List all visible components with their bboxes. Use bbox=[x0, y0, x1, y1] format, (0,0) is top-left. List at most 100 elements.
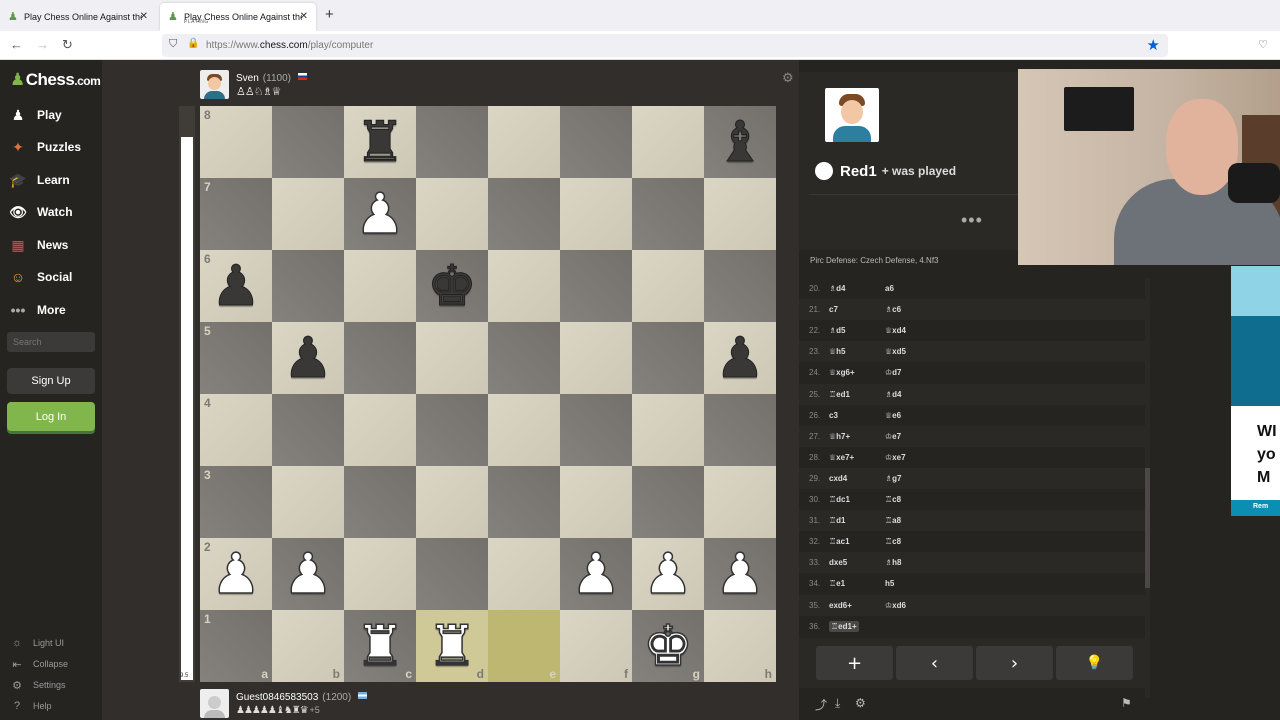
next-move-button[interactable]: › bbox=[976, 646, 1053, 680]
new-tab-button[interactable]: + bbox=[325, 6, 334, 23]
square-g5[interactable] bbox=[632, 322, 704, 394]
url-bar[interactable]: ⛉ 🔒 https://www.chess.com/play/computer … bbox=[162, 34, 1168, 57]
browser-tab[interactable]: ♟ Play Chess Online Against the C ✕ bbox=[0, 3, 156, 31]
gear-icon[interactable]: ⚙ bbox=[782, 70, 794, 86]
black-move[interactable]: ♖c8 bbox=[885, 495, 901, 504]
black-move[interactable]: ♗g7 bbox=[885, 474, 902, 483]
square-g7[interactable] bbox=[632, 178, 704, 250]
sidebar-item-social[interactable]: ☺ Social bbox=[8, 267, 73, 287]
white-move[interactable]: ♖ed1+ bbox=[829, 620, 859, 632]
lock-icon[interactable]: 🔒 bbox=[187, 38, 199, 49]
piece-c7[interactable]: ♟ bbox=[344, 178, 416, 250]
sidebar-item-play[interactable]: ♟ Play bbox=[8, 105, 62, 125]
square-c2[interactable] bbox=[344, 538, 416, 610]
square-a5[interactable]: 5 bbox=[200, 322, 272, 394]
square-b7[interactable] bbox=[272, 178, 344, 250]
close-icon[interactable]: ✕ bbox=[140, 11, 148, 22]
square-e5[interactable] bbox=[488, 322, 560, 394]
square-b1[interactable]: b bbox=[272, 610, 344, 682]
pocket-icon[interactable]: ♡ bbox=[1258, 38, 1268, 51]
white-move[interactable]: ♕h5 bbox=[829, 347, 846, 356]
previous-move-button[interactable]: ‹ bbox=[896, 646, 973, 680]
square-h3[interactable] bbox=[704, 466, 776, 538]
opening-name[interactable]: Pirc Defense: Czech Defense, 4.Nf3 bbox=[810, 256, 939, 265]
black-move[interactable]: ♔d7 bbox=[885, 368, 902, 377]
white-move[interactable]: ♖ed1 bbox=[829, 390, 850, 399]
black-move[interactable]: ♕xd5 bbox=[885, 347, 906, 356]
square-a1[interactable]: 1a bbox=[200, 610, 272, 682]
black-move[interactable]: ♔xd6 bbox=[885, 601, 906, 610]
black-move[interactable]: ♗h8 bbox=[885, 558, 902, 567]
square-a7[interactable]: 7 bbox=[200, 178, 272, 250]
white-move[interactable]: c7 bbox=[829, 305, 838, 314]
square-a4[interactable]: 4 bbox=[200, 394, 272, 466]
sidebar-settings[interactable]: ⚙ Settings bbox=[10, 678, 65, 692]
piece-c1[interactable]: ♜ bbox=[344, 610, 416, 682]
black-move[interactable]: ♕xd4 bbox=[885, 326, 906, 335]
top-player-name[interactable]: Sven (1100) bbox=[236, 73, 307, 84]
square-e1[interactable]: e bbox=[488, 610, 560, 682]
sidebar-item-learn[interactable]: 🎓 Learn bbox=[8, 170, 69, 190]
browser-tab-active[interactable]: ♟ Play Chess Online Against the C PLAYIN… bbox=[160, 3, 316, 31]
piece-c8[interactable]: ♜ bbox=[344, 106, 416, 178]
white-move[interactable]: exd6+ bbox=[829, 601, 852, 610]
square-f7[interactable] bbox=[560, 178, 632, 250]
white-move[interactable]: ♕h7+ bbox=[829, 432, 850, 441]
square-a8[interactable]: 8 bbox=[200, 106, 272, 178]
piece-h5[interactable]: ♟ bbox=[704, 322, 776, 394]
square-c3[interactable] bbox=[344, 466, 416, 538]
sidebar-item-news[interactable]: ▦ News bbox=[8, 235, 68, 255]
sidebar-item-puzzles[interactable]: ✦ Puzzles bbox=[8, 137, 81, 157]
black-move[interactable]: ♕e6 bbox=[885, 411, 901, 420]
black-move[interactable]: h5 bbox=[885, 579, 894, 588]
white-move[interactable]: ♖ac1 bbox=[829, 537, 850, 546]
url-text[interactable]: https://www.chess.com/play/computer bbox=[206, 40, 373, 51]
black-move[interactable]: ♖a8 bbox=[885, 516, 901, 525]
piece-b2[interactable]: ♟ bbox=[272, 538, 344, 610]
square-e7[interactable] bbox=[488, 178, 560, 250]
square-e4[interactable] bbox=[488, 394, 560, 466]
square-g4[interactable] bbox=[632, 394, 704, 466]
square-d8[interactable] bbox=[416, 106, 488, 178]
white-move[interactable]: ♕xe7+ bbox=[829, 453, 854, 462]
sidebar-collapse[interactable]: ⇤ Collapse bbox=[10, 657, 68, 671]
white-move[interactable]: cxd4 bbox=[829, 474, 847, 483]
square-f1[interactable]: f bbox=[560, 610, 632, 682]
square-g8[interactable] bbox=[632, 106, 704, 178]
black-move[interactable]: ♔e7 bbox=[885, 432, 901, 441]
square-h6[interactable] bbox=[704, 250, 776, 322]
search-input[interactable] bbox=[7, 332, 95, 352]
hint-button[interactable]: 💡 bbox=[1056, 646, 1133, 680]
square-d2[interactable] bbox=[416, 538, 488, 610]
white-move[interactable]: ♗d4 bbox=[829, 284, 846, 293]
square-c4[interactable] bbox=[344, 394, 416, 466]
white-move[interactable]: ♗d5 bbox=[829, 326, 846, 335]
square-e6[interactable] bbox=[488, 250, 560, 322]
black-move[interactable]: ♔xe7 bbox=[885, 453, 906, 462]
close-icon[interactable]: ✕ bbox=[300, 11, 308, 22]
square-b6[interactable] bbox=[272, 250, 344, 322]
piece-h8[interactable]: ♝ bbox=[704, 106, 776, 178]
square-e2[interactable] bbox=[488, 538, 560, 610]
more-options-button[interactable]: ••• bbox=[961, 210, 983, 231]
black-move[interactable]: a6 bbox=[885, 284, 894, 293]
square-c6[interactable] bbox=[344, 250, 416, 322]
new-game-button[interactable]: + bbox=[816, 646, 893, 680]
black-move[interactable]: ♗c6 bbox=[885, 305, 901, 314]
chess-board[interactable]: 8 7 6 5 4 3 2 1 a b c d e f g h ♜ ♝ ♟ ♟ ♚ ♟ ♟ ♟ ♟ ♟ ♟ ♟ ♜ ♜ ♚ bbox=[200, 106, 776, 682]
square-d3[interactable] bbox=[416, 466, 488, 538]
square-d4[interactable] bbox=[416, 394, 488, 466]
avatar[interactable] bbox=[200, 689, 229, 718]
forward-icon[interactable]: → bbox=[36, 37, 49, 52]
flag-resign-icon[interactable]: ⚑ bbox=[1121, 696, 1132, 710]
square-b8[interactable] bbox=[272, 106, 344, 178]
white-move[interactable]: ♖d1 bbox=[829, 516, 846, 525]
square-e8[interactable] bbox=[488, 106, 560, 178]
sign-up-button[interactable]: Sign Up bbox=[7, 368, 95, 394]
square-f5[interactable] bbox=[560, 322, 632, 394]
bookmark-star-icon[interactable]: ★ bbox=[1147, 36, 1160, 54]
piece-d1[interactable]: ♜ bbox=[416, 610, 488, 682]
square-h7[interactable] bbox=[704, 178, 776, 250]
black-move[interactable]: ♖c8 bbox=[885, 537, 901, 546]
log-in-button[interactable]: Log In bbox=[7, 402, 95, 431]
